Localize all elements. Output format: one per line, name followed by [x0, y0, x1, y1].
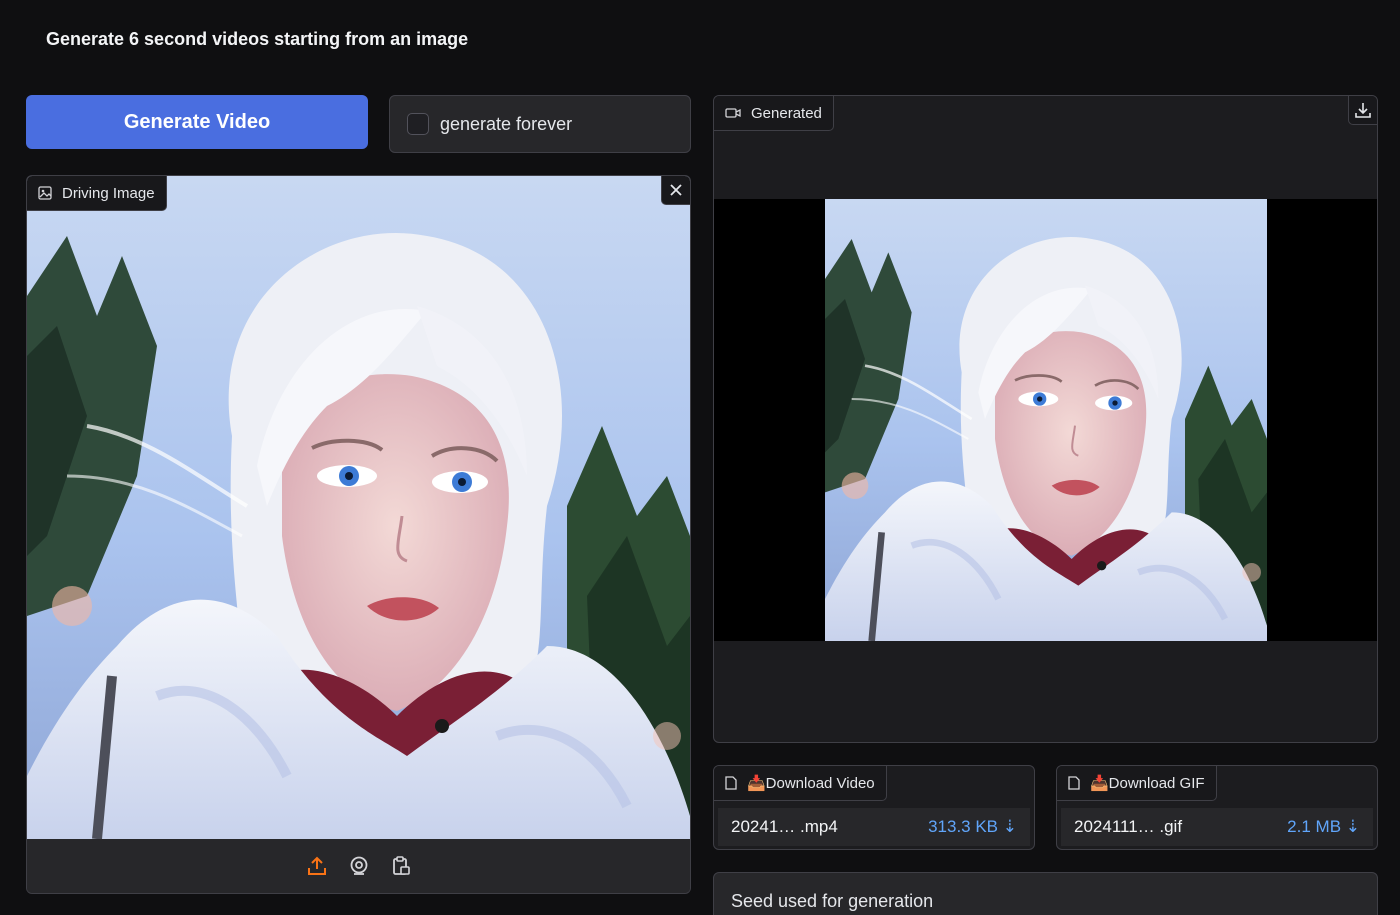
webcam-icon[interactable]	[345, 852, 373, 880]
download-gif-panel: 📥Download GIF 2024111… .gif 2.1 MB ⇣	[1056, 765, 1378, 850]
seed-label: Seed used for generation	[731, 891, 934, 911]
file-icon	[725, 776, 737, 790]
page-heading: Generate 6 second videos starting from a…	[46, 29, 469, 49]
image-icon	[38, 186, 52, 200]
generate-forever-checkbox[interactable]: generate forever	[389, 95, 691, 153]
page: Generate 6 second videos starting from a…	[0, 0, 1400, 915]
download-video-label: 📥Download Video	[714, 766, 887, 801]
download-generated-button[interactable]	[1348, 96, 1377, 125]
download-gif-label: 📥Download GIF	[1057, 766, 1217, 801]
video-icon	[725, 108, 741, 118]
download-icon	[1355, 103, 1371, 118]
image-source-toolbar	[27, 839, 690, 893]
download-gif-label-text: 📥Download GIF	[1090, 775, 1205, 792]
download-video-label-text: 📥Download Video	[747, 775, 875, 792]
gif-file-row[interactable]: 2024111… .gif 2.1 MB ⇣	[1061, 808, 1373, 846]
driving-image-panel: Driving Image	[26, 175, 691, 894]
generate-forever-label: generate forever	[440, 113, 573, 134]
driving-image[interactable]	[27, 176, 690, 839]
generated-label: Generated	[714, 96, 834, 131]
generated-video-frame	[825, 199, 1267, 641]
file-icon	[1068, 776, 1080, 790]
generate-video-button[interactable]: Generate Video	[26, 95, 368, 149]
checkbox-box[interactable]	[407, 113, 429, 135]
download-video-panel: 📥Download Video 20241… .mp4 313.3 KB ⇣	[713, 765, 1035, 850]
clipboard-icon[interactable]	[387, 852, 415, 880]
gif-file-name[interactable]: 2024111… .gif	[1074, 817, 1287, 837]
seed-panel: Seed used for generation	[713, 872, 1378, 915]
video-file-row[interactable]: 20241… .mp4 313.3 KB ⇣	[718, 808, 1030, 846]
generated-video-panel: Generated	[713, 95, 1378, 743]
video-file-name[interactable]: 20241… .mp4	[731, 817, 928, 837]
gif-file-size-link[interactable]: 2.1 MB ⇣	[1287, 817, 1360, 837]
generated-video-player[interactable]	[714, 199, 1377, 641]
driving-image-label: Driving Image	[27, 176, 167, 211]
video-file-size-link[interactable]: 313.3 KB ⇣	[928, 817, 1017, 837]
upload-icon[interactable]	[303, 852, 331, 880]
close-icon	[670, 184, 682, 196]
generated-label-text: Generated	[751, 104, 822, 122]
driving-image-label-text: Driving Image	[62, 184, 155, 202]
clear-image-button[interactable]	[661, 176, 690, 205]
